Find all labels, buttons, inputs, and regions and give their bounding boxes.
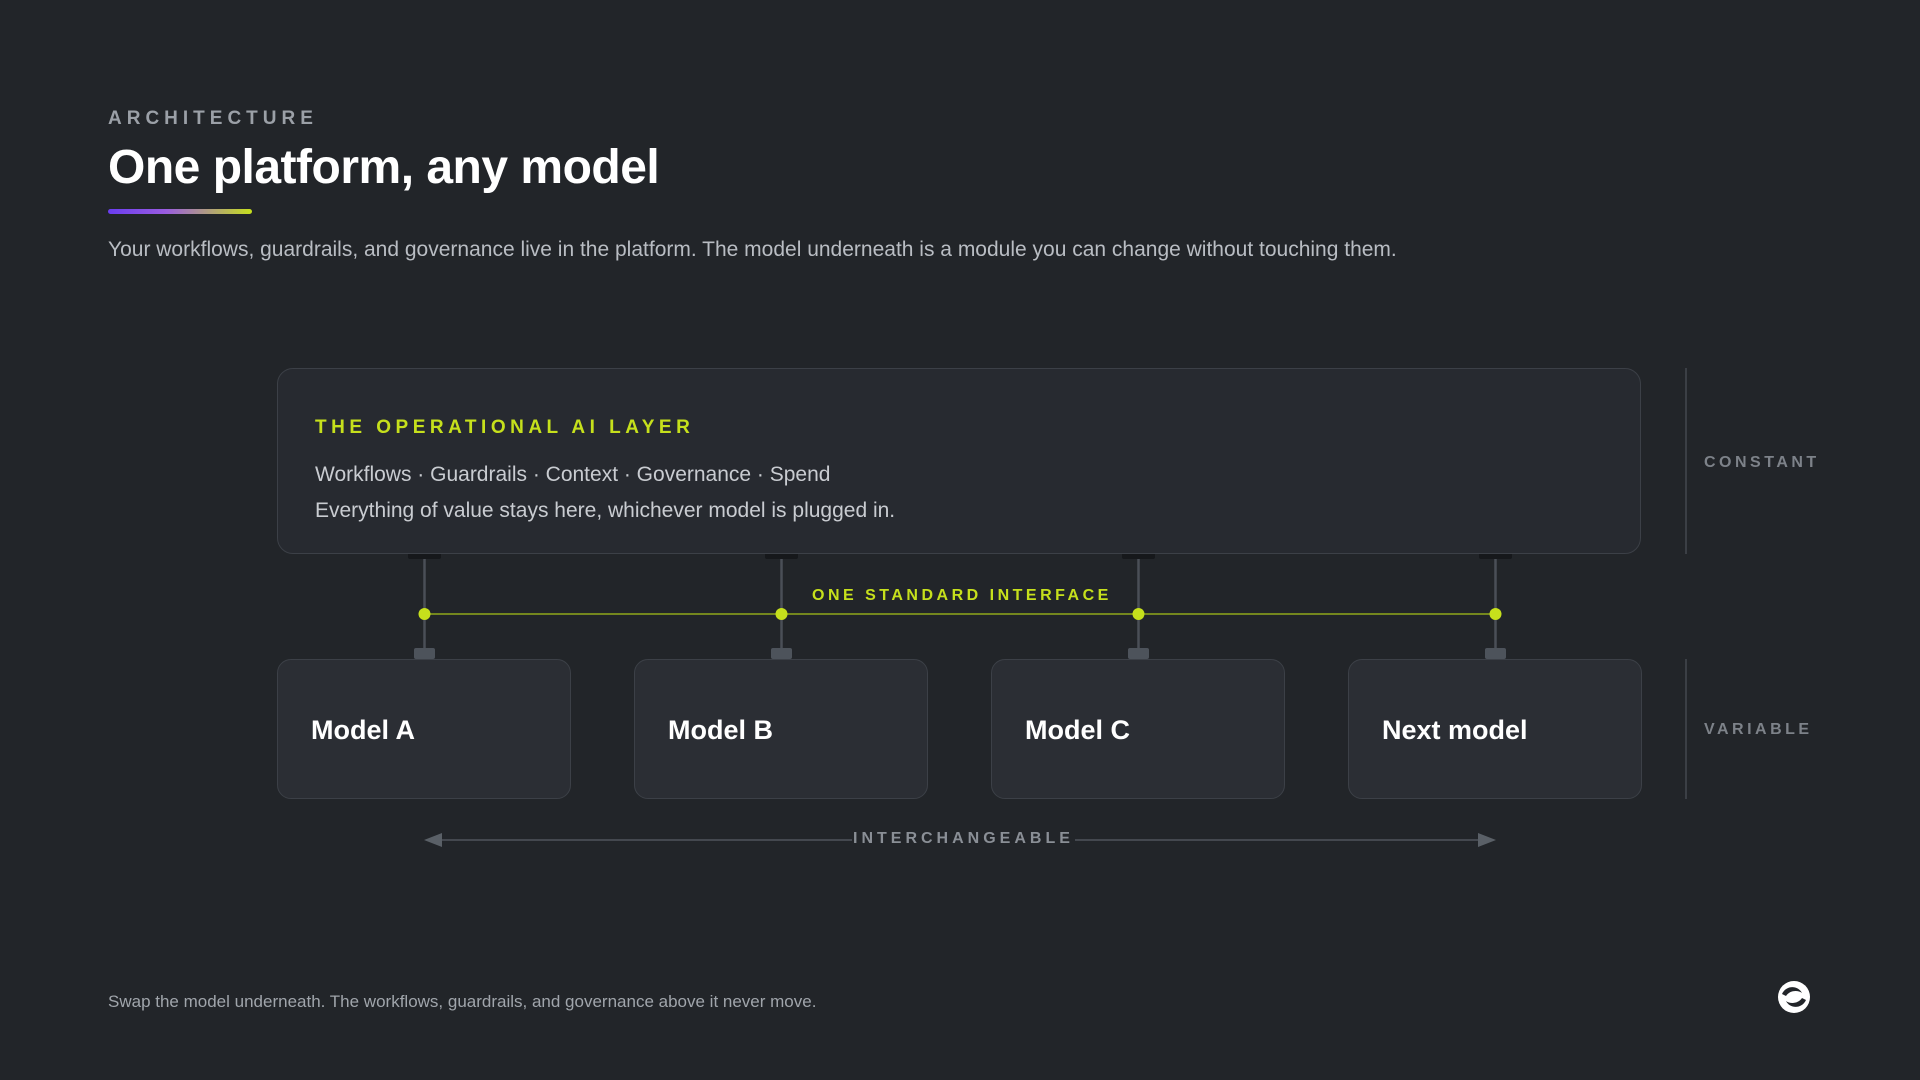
layer-capabilities: Workflows · Guardrails · Context · Gover… [315,463,831,486]
model-card-b: Model B [634,659,928,799]
layer-description: Everything of value stays here, whicheve… [315,499,896,522]
constant-divider [1685,368,1687,554]
model-label: Model A [311,715,415,745]
bottom-plug-a [414,648,435,659]
model-card-a: Model A [277,659,571,799]
bottom-plug-d [1485,648,1506,659]
variable-divider [1685,659,1687,799]
arrow-left-icon [424,833,442,847]
model-label: Model B [668,715,773,745]
interchangeable-label: INTERCHANGEABLE [852,830,1075,848]
model-label: Next model [1382,715,1528,745]
model-card-next: Next model [1348,659,1642,799]
interface-node-a [418,608,431,620]
bottom-plug-c [1128,648,1149,659]
brand-logo-icon [1778,981,1810,1013]
model-card-c: Model C [991,659,1285,799]
interface-node-b [775,608,788,620]
variable-label: VARIABLE [1704,721,1813,738]
constant-label: CONSTANT [1704,454,1820,471]
bottom-plug-b [771,648,792,659]
interface-label: ONE STANDARD INTERFACE [812,587,1112,604]
footer-note: Swap the model underneath. The workflows… [108,992,817,1011]
model-label: Model C [1025,715,1130,745]
interface-node-c [1132,608,1145,620]
layer-label: THE OPERATIONAL AI LAYER [315,417,695,438]
interface-node-d [1489,608,1502,620]
arrow-right-icon [1478,833,1496,847]
operational-layer-card: THE OPERATIONAL AI LAYER Workflows · Gua… [277,368,1641,554]
